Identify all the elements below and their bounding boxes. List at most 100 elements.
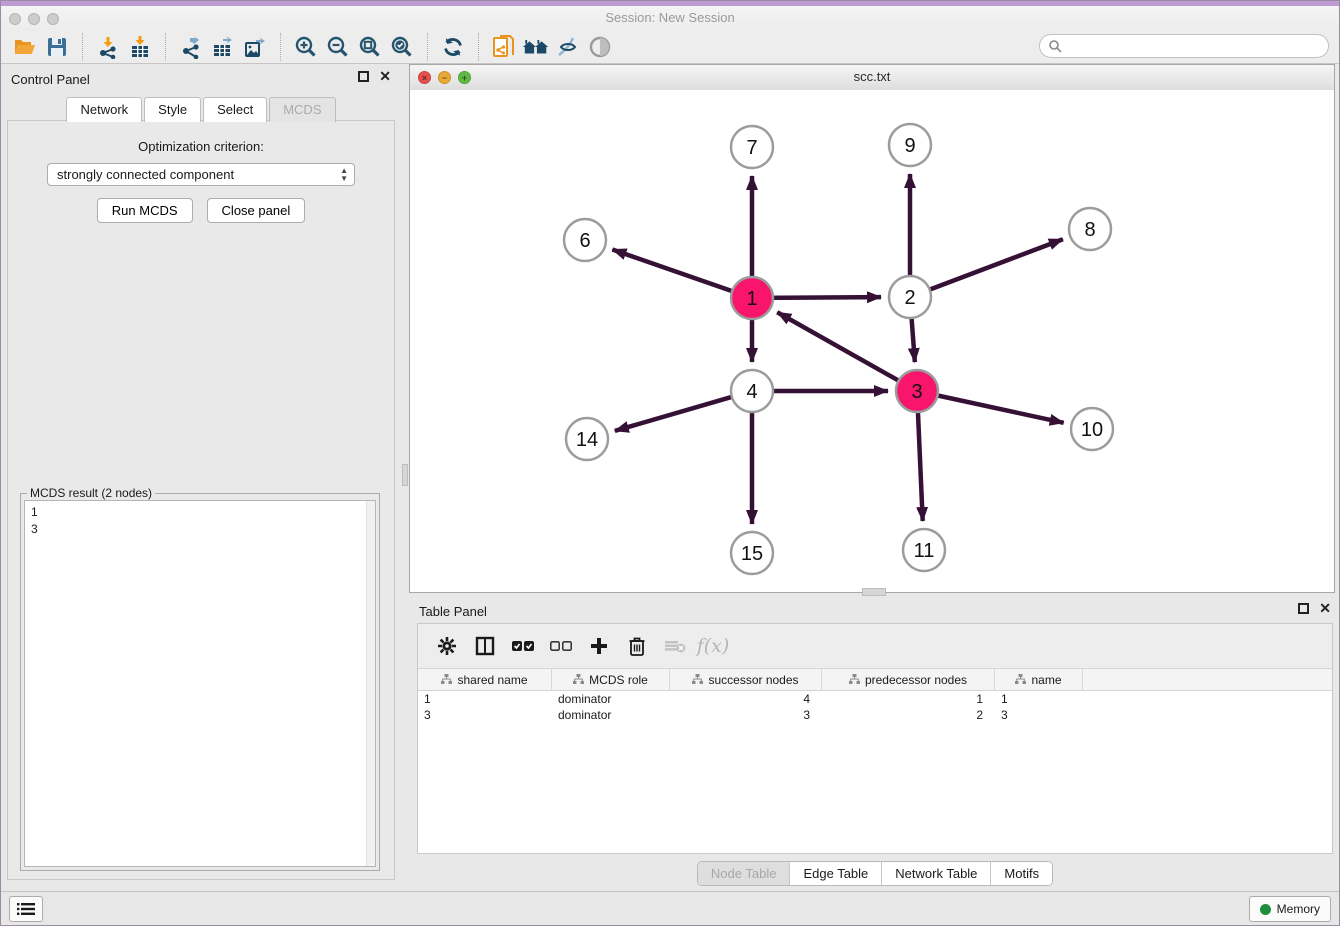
cell-predecessor-nodes: 2 <box>822 708 995 722</box>
zoom-fit-icon[interactable] <box>356 33 384 61</box>
cell-name: 1 <box>995 692 1083 706</box>
import-network-icon[interactable] <box>94 33 122 61</box>
control-panel: Control Panel ✕ NetworkStyleSelectMCDS O… <box>1 64 401 892</box>
graph-edge-4-14[interactable] <box>615 394 743 431</box>
node-table: shared nameMCDS rolesuccessor nodesprede… <box>418 669 1332 853</box>
refresh-icon[interactable] <box>439 33 467 61</box>
graph-node-label-10: 10 <box>1081 419 1103 441</box>
panel-splitter[interactable] <box>401 64 409 892</box>
graph-node-label-1: 1 <box>746 288 757 310</box>
tab-network-table[interactable]: Network Table <box>882 862 991 885</box>
mcds-result-values: 1 3 <box>25 501 375 541</box>
graph-edge-1-6[interactable] <box>612 250 742 295</box>
optimization-criterion-label: Optimization criterion: <box>8 139 394 154</box>
criterion-dropdown[interactable]: strongly connected component ▲▼ <box>47 163 355 186</box>
titlebar: Session: New Session <box>1 6 1339 30</box>
zoom-in-icon[interactable] <box>292 33 320 61</box>
tab-select[interactable]: Select <box>203 97 267 122</box>
result-scrollbar[interactable] <box>366 501 375 866</box>
float-panel-icon[interactable] <box>358 71 369 82</box>
export-table-icon[interactable] <box>209 33 237 61</box>
tab-network[interactable]: Network <box>66 97 142 122</box>
columns-icon[interactable] <box>471 632 499 660</box>
table-row[interactable]: 3dominator323 <box>418 707 1332 723</box>
close-table-panel-icon[interactable]: ✕ <box>1319 603 1331 614</box>
tab-style[interactable]: Style <box>144 97 201 122</box>
toolbar-separator <box>478 33 479 61</box>
delete-table-icon[interactable] <box>661 632 689 660</box>
graph-edge-3-1[interactable] <box>777 312 908 386</box>
network-minimize-icon[interactable]: − <box>438 71 451 84</box>
add-column-icon[interactable] <box>585 632 613 660</box>
layout-home-icon[interactable] <box>522 33 550 61</box>
network-canvas[interactable]: 7968124314101511 <box>410 90 1334 592</box>
network-close-icon[interactable]: × <box>418 71 431 84</box>
search-field[interactable] <box>1039 34 1329 58</box>
cell-MCDS-role: dominator <box>552 692 670 706</box>
duplicate-network-icon[interactable] <box>490 33 518 61</box>
criterion-value: strongly connected component <box>57 167 234 182</box>
graph-node-label-3: 3 <box>911 381 922 403</box>
search-input[interactable] <box>1066 36 1328 56</box>
graph-node-label-6: 6 <box>579 230 590 252</box>
tab-node-table[interactable]: Node Table <box>698 862 791 885</box>
toolbar-separator <box>427 33 428 61</box>
maximize-window-icon[interactable] <box>47 13 59 25</box>
network-view-window: × − + scc.txt 7968124314101511 <box>409 64 1335 593</box>
table-body: 1dominator4113dominator323 <box>418 691 1332 723</box>
zoom-selected-icon[interactable] <box>388 33 416 61</box>
graph-node-label-9: 9 <box>904 135 915 157</box>
export-network-icon[interactable] <box>177 33 205 61</box>
show-all-icon[interactable] <box>586 33 614 61</box>
splitter-handle[interactable] <box>402 464 408 486</box>
graph-edge-3-11[interactable] <box>917 401 922 521</box>
horizontal-splitter-handle[interactable] <box>862 588 886 596</box>
graph-node-label-2: 2 <box>904 287 915 309</box>
tab-edge-table[interactable]: Edge Table <box>790 862 882 885</box>
graph-edge-3-10[interactable] <box>927 393 1064 423</box>
table-container: f(x) shared nameMCDS rolesuccessor nodes… <box>417 623 1333 854</box>
table-panel: Table Panel ✕ <box>409 596 1340 894</box>
column-header-shared-name[interactable]: shared name <box>418 669 552 690</box>
select-all-icon[interactable] <box>509 632 537 660</box>
close-panel-button[interactable]: Close panel <box>207 198 306 223</box>
graph-edge-1-2[interactable] <box>762 297 881 298</box>
minimize-window-icon[interactable] <box>28 13 40 25</box>
table-toolbar: f(x) <box>418 624 1332 669</box>
delete-column-icon[interactable] <box>623 632 651 660</box>
tab-motifs[interactable]: Motifs <box>991 862 1052 885</box>
close-window-icon[interactable] <box>9 13 21 25</box>
deselect-all-icon[interactable] <box>547 632 575 660</box>
column-header-MCDS-role[interactable]: MCDS role <box>552 669 670 690</box>
cell-successor-nodes: 3 <box>670 708 822 722</box>
cell-name: 3 <box>995 708 1083 722</box>
run-mcds-button[interactable]: Run MCDS <box>97 198 193 223</box>
function-builder-icon[interactable]: f(x) <box>699 632 727 660</box>
import-table-icon[interactable] <box>126 33 154 61</box>
mcds-result-textarea[interactable]: 1 3 <box>24 500 376 867</box>
export-image-icon[interactable] <box>241 33 269 61</box>
tab-mcds[interactable]: MCDS <box>269 97 335 122</box>
graph-edge-2-8[interactable] <box>919 239 1063 293</box>
hide-selected-icon[interactable] <box>554 33 582 61</box>
column-header-successor-nodes[interactable]: successor nodes <box>670 669 822 690</box>
table-row[interactable]: 1dominator411 <box>418 691 1332 707</box>
memory-button[interactable]: Memory <box>1249 896 1331 922</box>
column-header-predecessor-nodes[interactable]: predecessor nodes <box>822 669 995 690</box>
column-header-name[interactable]: name <box>995 669 1083 690</box>
graph-node-label-11: 11 <box>914 540 935 562</box>
float-table-panel-icon[interactable] <box>1298 603 1309 614</box>
network-maximize-icon[interactable]: + <box>458 71 471 84</box>
application-window: Session: New Session <box>0 0 1340 926</box>
control-panel-tabs: NetworkStyleSelectMCDS <box>1 97 401 122</box>
close-panel-icon[interactable]: ✕ <box>379 71 391 82</box>
open-session-icon[interactable] <box>11 33 39 61</box>
panel-menu-button[interactable] <box>9 896 43 922</box>
zoom-out-icon[interactable] <box>324 33 352 61</box>
network-window-titlebar[interactable]: × − + scc.txt <box>410 65 1334 91</box>
save-session-icon[interactable] <box>43 33 71 61</box>
toolbar-separator <box>82 33 83 61</box>
graph-node-label-14: 14 <box>576 429 598 451</box>
gear-icon[interactable] <box>433 632 461 660</box>
toolbar-separator <box>165 33 166 61</box>
